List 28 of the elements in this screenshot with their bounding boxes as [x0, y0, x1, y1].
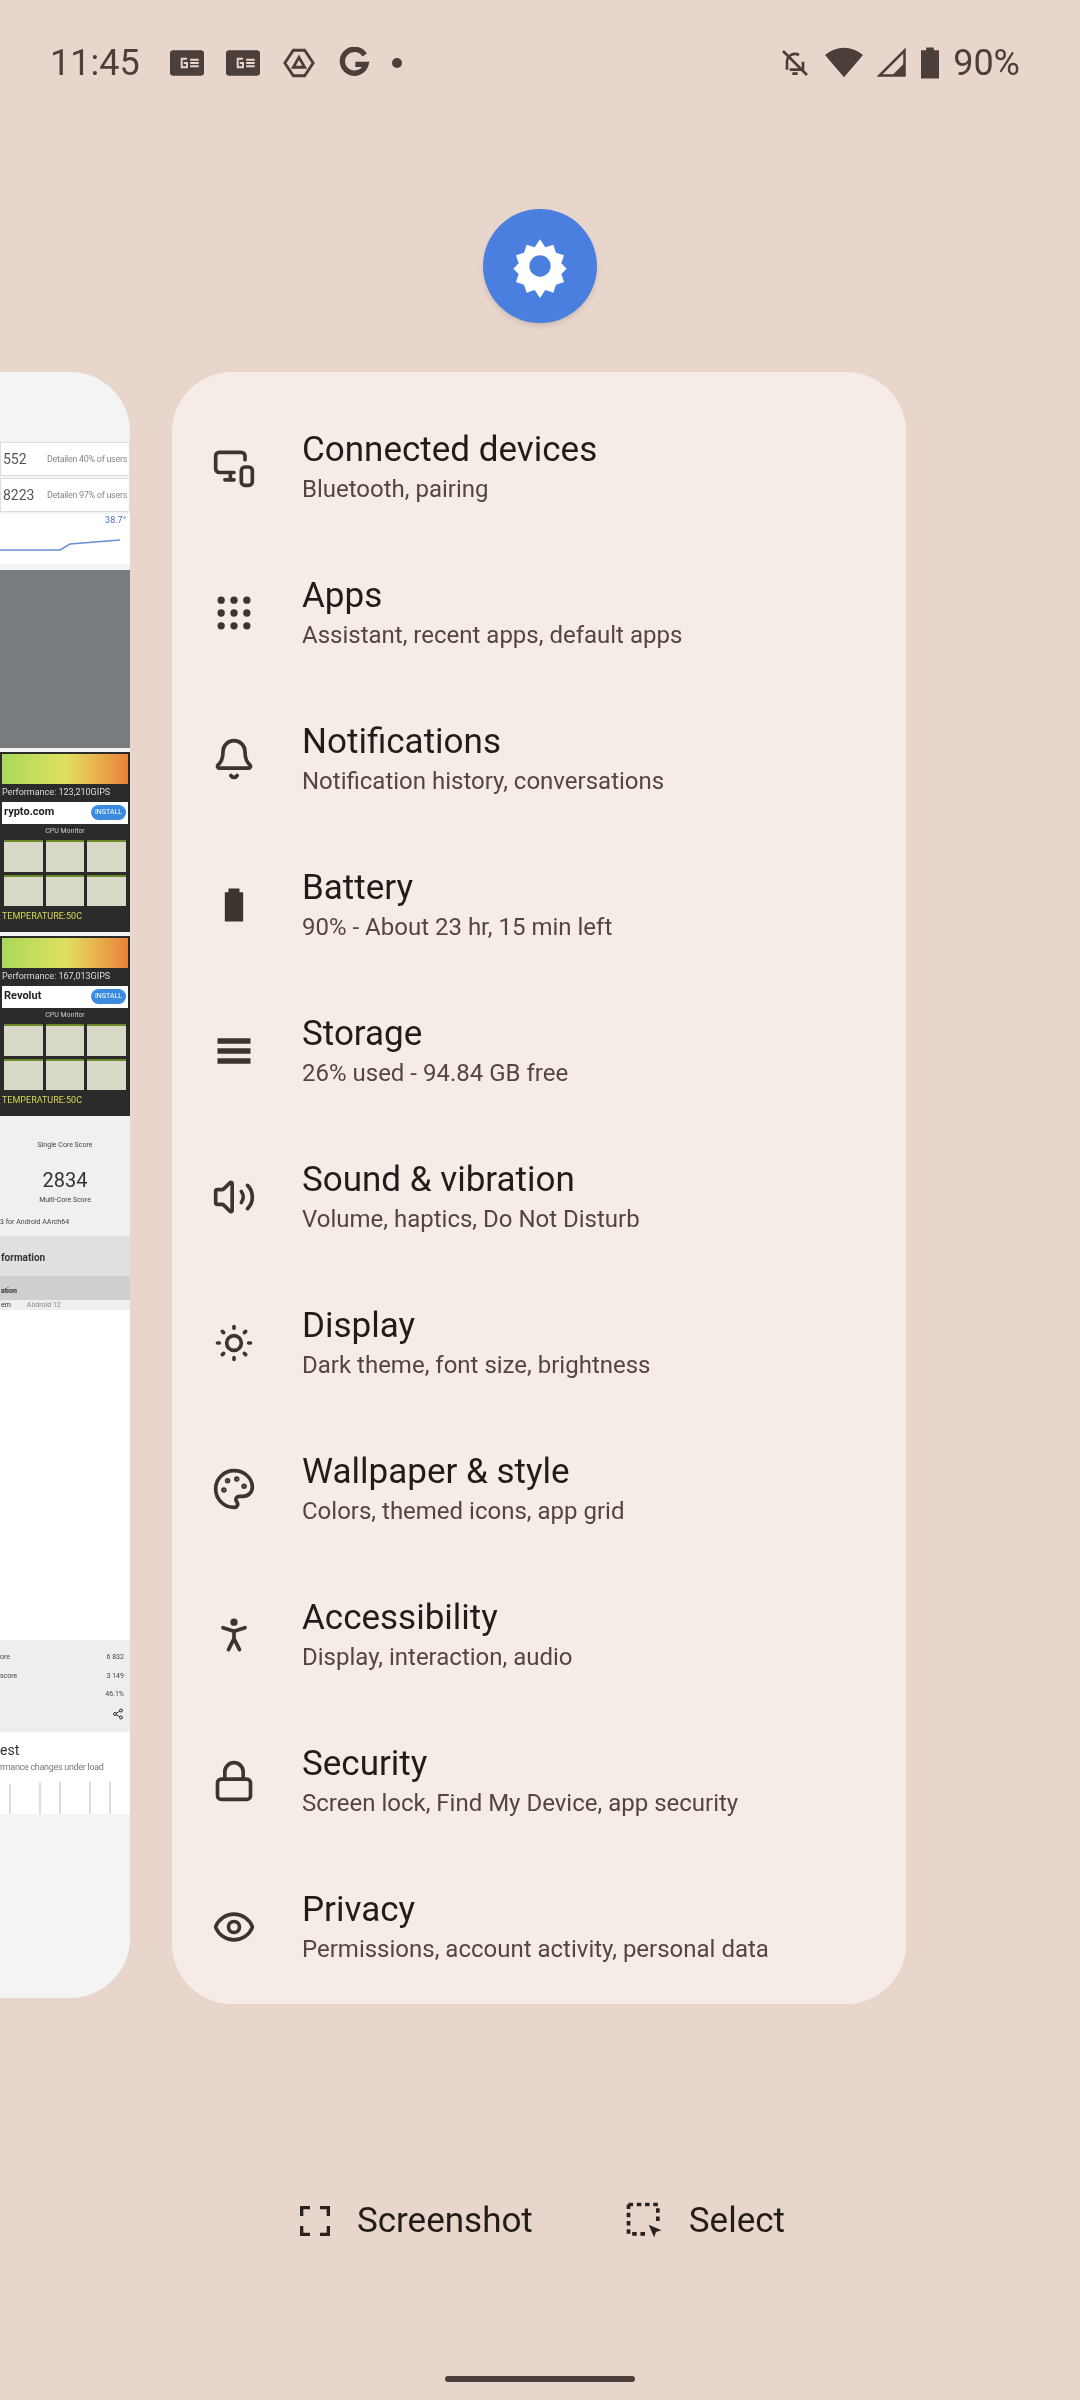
action-button[interactable]: Select — [622, 2189, 785, 2253]
settings-item[interactable]: Security Screen lock, Find My Device, app security — [172, 1708, 906, 1854]
status-time: 11:45 — [50, 40, 140, 86]
palette-icon — [212, 1467, 256, 1511]
wifi-icon — [825, 46, 864, 79]
settings-item[interactable]: Connected devices Bluetooth, pairing — [172, 394, 906, 540]
news-icon — [169, 49, 204, 76]
settings-item[interactable]: Wallpaper & style Colors, themed icons, app grid — [172, 1416, 906, 1562]
settings-item[interactable]: Sound & vibration Volume, haptics, Do Not Disturb — [172, 1124, 906, 1270]
battery-status-icon — [921, 46, 940, 79]
share-icon[interactable] — [112, 1707, 124, 1720]
settings-card[interactable] — [172, 372, 906, 2004]
score-row: 8223 Detailen 97% of users — [0, 478, 130, 512]
settings-item[interactable]: Apps Assistant, recent apps, default apps — [172, 540, 906, 686]
signal-icon — [877, 47, 908, 78]
line-chart: 38.7° — [0, 514, 130, 564]
action-button[interactable]: Screenshot — [295, 2189, 533, 2253]
settings-item[interactable]: Display Dark theme, font size, brightness — [172, 1270, 906, 1416]
settings-item[interactable]: Privacy Permissions, account activity, personal data — [172, 1854, 906, 2000]
dot-icon — [391, 57, 402, 68]
g-logo-icon — [337, 46, 370, 79]
score-row: 552 Detailen 40% of users — [0, 442, 130, 476]
battery-percentage: 90% — [953, 40, 1020, 86]
settings-item[interactable]: Battery 90% - About 23 hr, 15 min left — [172, 832, 906, 978]
news-icon — [225, 49, 260, 76]
settings-item[interactable]: Accessibility Display, interaction, audio — [172, 1562, 906, 1708]
settings-item[interactable]: Notifications Notification history, conversations — [172, 686, 906, 832]
settings-item[interactable]: Storage 26% used - 94.84 GB free — [172, 978, 906, 1124]
